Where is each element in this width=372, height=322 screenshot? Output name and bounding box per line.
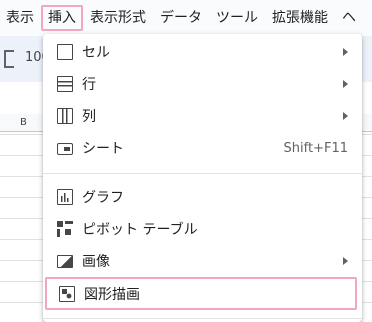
drawing-icon <box>59 285 75 302</box>
column-b-header[interactable]: B <box>20 117 27 128</box>
insert-menu-dropdown: セル 行 列 シート Shift+F11 グラフ ピボット テーブル 画像 図形… <box>43 34 362 322</box>
insert-rows-label: 行 <box>82 77 96 93</box>
columns-icon <box>57 108 73 124</box>
chart-icon <box>57 189 73 205</box>
insert-image-label: 画像 <box>82 254 110 270</box>
submenu-arrow-icon <box>343 257 348 265</box>
menu-insert[interactable]: 挿入 <box>41 5 83 31</box>
insert-cells-label: セル <box>82 45 110 61</box>
insert-rows-item[interactable]: 行 <box>43 69 362 99</box>
image-icon <box>57 255 73 268</box>
insert-columns-item[interactable]: 列 <box>43 101 362 131</box>
menu-help[interactable]: ヘ <box>335 5 363 31</box>
rows-icon <box>57 76 73 92</box>
pivot-table-icon <box>57 221 73 237</box>
menu-bar: 表示 挿入 表示形式 データ ツール 拡張機能 ヘ <box>0 0 372 36</box>
insert-chart-item[interactable]: グラフ <box>43 182 362 212</box>
insert-chart-label: グラフ <box>82 190 124 206</box>
menu-view[interactable]: 表示 <box>0 5 41 31</box>
submenu-arrow-icon <box>343 48 348 56</box>
submenu-arrow-icon <box>343 112 348 120</box>
insert-sheet-label: シート <box>82 141 124 157</box>
print-icon[interactable] <box>4 50 14 68</box>
menu-divider <box>43 318 362 319</box>
insert-pivot-table-item[interactable]: ピボット テーブル <box>43 214 362 244</box>
menu-format[interactable]: 表示形式 <box>83 5 153 31</box>
menu-extensions[interactable]: 拡張機能 <box>265 5 335 31</box>
insert-sheet-item[interactable]: シート Shift+F11 <box>43 133 362 163</box>
sheet-icon <box>57 143 73 155</box>
cell-icon <box>57 44 73 60</box>
insert-cells-item[interactable]: セル <box>43 37 362 67</box>
insert-image-item[interactable]: 画像 <box>43 246 362 276</box>
insert-columns-label: 列 <box>82 109 96 125</box>
insert-drawing-item[interactable]: 図形描画 <box>45 277 357 310</box>
insert-pivot-table-label: ピボット テーブル <box>82 222 198 238</box>
menu-divider <box>43 173 362 174</box>
menu-data[interactable]: データ <box>153 5 209 31</box>
insert-drawing-label: 図形描画 <box>84 286 140 303</box>
insert-sheet-shortcut: Shift+F11 <box>283 140 348 156</box>
menu-tools[interactable]: ツール <box>209 5 265 31</box>
submenu-arrow-icon <box>343 80 348 88</box>
